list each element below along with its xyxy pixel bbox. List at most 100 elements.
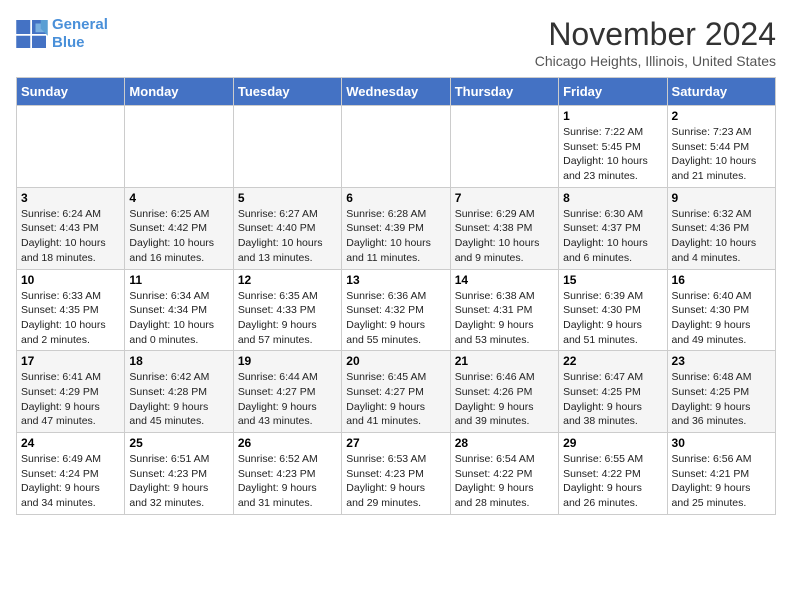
day-info: Sunrise: 6:46 AM Sunset: 4:26 PM Dayligh… <box>455 370 554 429</box>
day-info: Sunrise: 7:23 AM Sunset: 5:44 PM Dayligh… <box>672 125 771 184</box>
weekday-header-cell: Monday <box>125 78 233 106</box>
weekday-header-row: SundayMondayTuesdayWednesdayThursdayFrid… <box>17 78 776 106</box>
calendar-day-cell <box>233 106 341 188</box>
day-info: Sunrise: 6:44 AM Sunset: 4:27 PM Dayligh… <box>238 370 337 429</box>
day-number: 17 <box>21 354 120 368</box>
month-title: November 2024 <box>535 16 776 53</box>
calendar-day-cell: 14 Sunrise: 6:38 AM Sunset: 4:31 PM Dayli… <box>450 269 558 351</box>
day-number: 10 <box>21 273 120 287</box>
day-info: Sunrise: 6:47 AM Sunset: 4:25 PM Dayligh… <box>563 370 662 429</box>
day-info: Sunrise: 6:51 AM Sunset: 4:23 PM Dayligh… <box>129 452 228 511</box>
day-number: 18 <box>129 354 228 368</box>
calendar-day-cell <box>342 106 450 188</box>
calendar-day-cell: 8Sunrise: 6:30 AM Sunset: 4:37 PM Daylig… <box>559 187 667 269</box>
day-info: Sunrise: 6:33 AM Sunset: 4:35 PM Dayligh… <box>21 289 120 348</box>
calendar-day-cell: 17 Sunrise: 6:41 AM Sunset: 4:29 PM Dayli… <box>17 351 125 433</box>
title-area: November 2024 Chicago Heights, Illinois,… <box>535 16 776 69</box>
day-number: 8 <box>563 191 662 205</box>
day-info: Sunrise: 6:42 AM Sunset: 4:28 PM Dayligh… <box>129 370 228 429</box>
day-info: Sunrise: 6:28 AM Sunset: 4:39 PM Dayligh… <box>346 207 445 266</box>
calendar-table: SundayMondayTuesdayWednesdayThursdayFrid… <box>16 77 776 515</box>
day-info: Sunrise: 6:39 AM Sunset: 4:30 PM Dayligh… <box>563 289 662 348</box>
day-number: 13 <box>346 273 445 287</box>
day-number: 29 <box>563 436 662 450</box>
day-info: Sunrise: 6:54 AM Sunset: 4:22 PM Dayligh… <box>455 452 554 511</box>
calendar-day-cell: 23 Sunrise: 6:48 AM Sunset: 4:25 PM Dayli… <box>667 351 775 433</box>
day-number: 11 <box>129 273 228 287</box>
calendar-day-cell: 27Sunrise: 6:53 AM Sunset: 4:23 PM Dayli… <box>342 433 450 515</box>
day-number: 26 <box>238 436 337 450</box>
calendar-day-cell: 29Sunrise: 6:55 AM Sunset: 4:22 PM Dayli… <box>559 433 667 515</box>
weekday-header-cell: Tuesday <box>233 78 341 106</box>
day-number: 3 <box>21 191 120 205</box>
calendar-day-cell: 5 Sunrise: 6:27 AM Sunset: 4:40 PM Daylig… <box>233 187 341 269</box>
logo: General Blue <box>16 16 108 52</box>
header: General Blue November 2024 Chicago Heigh… <box>16 16 776 69</box>
calendar-day-cell: 7Sunrise: 6:29 AM Sunset: 4:38 PM Daylig… <box>450 187 558 269</box>
day-number: 5 <box>238 191 337 205</box>
day-info: Sunrise: 6:25 AM Sunset: 4:42 PM Dayligh… <box>129 207 228 266</box>
calendar-day-cell <box>17 106 125 188</box>
day-info: Sunrise: 6:24 AM Sunset: 4:43 PM Dayligh… <box>21 207 120 266</box>
day-number: 22 <box>563 354 662 368</box>
calendar-body: 1 Sunrise: 7:22 AM Sunset: 5:45 PM Daylig… <box>17 106 776 515</box>
day-number: 19 <box>238 354 337 368</box>
calendar-day-cell: 25Sunrise: 6:51 AM Sunset: 4:23 PM Dayli… <box>125 433 233 515</box>
calendar-day-cell: 24 Sunrise: 6:49 AM Sunset: 4:24 PM Dayli… <box>17 433 125 515</box>
calendar-day-cell: 20 Sunrise: 6:45 AM Sunset: 4:27 PM Dayli… <box>342 351 450 433</box>
day-number: 4 <box>129 191 228 205</box>
calendar-day-cell: 11 Sunrise: 6:34 AM Sunset: 4:34 PM Dayli… <box>125 269 233 351</box>
calendar-day-cell: 15 Sunrise: 6:39 AM Sunset: 4:30 PM Dayli… <box>559 269 667 351</box>
day-number: 30 <box>672 436 771 450</box>
calendar-day-cell: 19 Sunrise: 6:44 AM Sunset: 4:27 PM Dayli… <box>233 351 341 433</box>
calendar-day-cell: 26 Sunrise: 6:52 AM Sunset: 4:23 PM Dayli… <box>233 433 341 515</box>
day-info: Sunrise: 6:48 AM Sunset: 4:25 PM Dayligh… <box>672 370 771 429</box>
day-number: 9 <box>672 191 771 205</box>
calendar-day-cell: 18 Sunrise: 6:42 AM Sunset: 4:28 PM Dayli… <box>125 351 233 433</box>
calendar-day-cell: 1 Sunrise: 7:22 AM Sunset: 5:45 PM Daylig… <box>559 106 667 188</box>
day-number: 21 <box>455 354 554 368</box>
calendar-day-cell <box>125 106 233 188</box>
weekday-header-cell: Friday <box>559 78 667 106</box>
day-number: 28 <box>455 436 554 450</box>
day-info: Sunrise: 6:38 AM Sunset: 4:31 PM Dayligh… <box>455 289 554 348</box>
day-info: Sunrise: 6:49 AM Sunset: 4:24 PM Dayligh… <box>21 452 120 511</box>
calendar-day-cell <box>450 106 558 188</box>
weekday-header-cell: Wednesday <box>342 78 450 106</box>
day-number: 24 <box>21 436 120 450</box>
day-info: Sunrise: 6:27 AM Sunset: 4:40 PM Dayligh… <box>238 207 337 266</box>
day-info: Sunrise: 6:41 AM Sunset: 4:29 PM Dayligh… <box>21 370 120 429</box>
day-info: Sunrise: 6:45 AM Sunset: 4:27 PM Dayligh… <box>346 370 445 429</box>
calendar-week-row: 3 Sunrise: 6:24 AM Sunset: 4:43 PM Daylig… <box>17 187 776 269</box>
day-info: Sunrise: 6:35 AM Sunset: 4:33 PM Dayligh… <box>238 289 337 348</box>
day-info: Sunrise: 6:36 AM Sunset: 4:32 PM Dayligh… <box>346 289 445 348</box>
day-info: Sunrise: 6:32 AM Sunset: 4:36 PM Dayligh… <box>672 207 771 266</box>
calendar-week-row: 1 Sunrise: 7:22 AM Sunset: 5:45 PM Daylig… <box>17 106 776 188</box>
calendar-week-row: 24 Sunrise: 6:49 AM Sunset: 4:24 PM Dayli… <box>17 433 776 515</box>
day-info: Sunrise: 6:34 AM Sunset: 4:34 PM Dayligh… <box>129 289 228 348</box>
day-number: 20 <box>346 354 445 368</box>
logo-text: General Blue <box>52 16 108 52</box>
day-info: Sunrise: 6:40 AM Sunset: 4:30 PM Dayligh… <box>672 289 771 348</box>
day-number: 6 <box>346 191 445 205</box>
day-number: 15 <box>563 273 662 287</box>
location: Chicago Heights, Illinois, United States <box>535 53 776 69</box>
day-info: Sunrise: 6:52 AM Sunset: 4:23 PM Dayligh… <box>238 452 337 511</box>
logo-icon <box>16 20 48 48</box>
calendar-day-cell: 22 Sunrise: 6:47 AM Sunset: 4:25 PM Dayli… <box>559 351 667 433</box>
day-number: 1 <box>563 109 662 123</box>
calendar-day-cell: 3 Sunrise: 6:24 AM Sunset: 4:43 PM Daylig… <box>17 187 125 269</box>
calendar-day-cell: 4 Sunrise: 6:25 AM Sunset: 4:42 PM Daylig… <box>125 187 233 269</box>
weekday-header-cell: Sunday <box>17 78 125 106</box>
calendar-day-cell: 2Sunrise: 7:23 AM Sunset: 5:44 PM Daylig… <box>667 106 775 188</box>
calendar-week-row: 17 Sunrise: 6:41 AM Sunset: 4:29 PM Dayli… <box>17 351 776 433</box>
day-number: 23 <box>672 354 771 368</box>
day-number: 14 <box>455 273 554 287</box>
calendar-day-cell: 6 Sunrise: 6:28 AM Sunset: 4:39 PM Daylig… <box>342 187 450 269</box>
day-info: Sunrise: 7:22 AM Sunset: 5:45 PM Dayligh… <box>563 125 662 184</box>
day-number: 27 <box>346 436 445 450</box>
day-info: Sunrise: 6:56 AM Sunset: 4:21 PM Dayligh… <box>672 452 771 511</box>
calendar-day-cell: 28 Sunrise: 6:54 AM Sunset: 4:22 PM Dayli… <box>450 433 558 515</box>
calendar-day-cell: 13 Sunrise: 6:36 AM Sunset: 4:32 PM Dayli… <box>342 269 450 351</box>
calendar-day-cell: 30 Sunrise: 6:56 AM Sunset: 4:21 PM Dayli… <box>667 433 775 515</box>
